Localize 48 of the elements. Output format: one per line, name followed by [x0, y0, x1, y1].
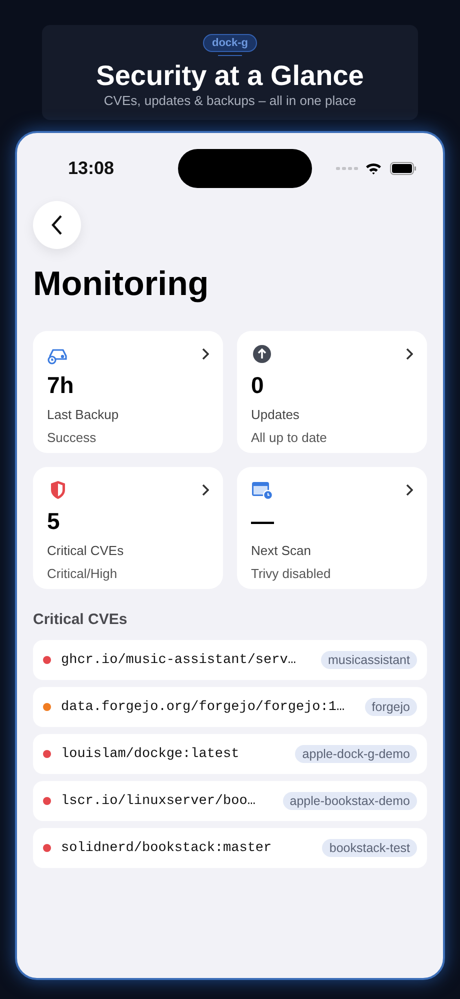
- stat-card[interactable]: 7h Last Backup Success: [33, 331, 223, 453]
- chevron-icon: [406, 348, 413, 360]
- image-name: lscr.io/linuxserver/boo…: [61, 794, 256, 808]
- back-button[interactable]: [33, 201, 81, 249]
- battery-icon: [390, 162, 417, 174]
- stat-value: 5: [47, 508, 61, 535]
- stat-card[interactable]: 0 Updates All up to date: [237, 331, 427, 453]
- stack-tag: apple-dock-g-demo: [295, 745, 417, 763]
- calendar-clock-icon: [251, 479, 273, 501]
- stat-detail: Trivy disabled: [251, 566, 332, 581]
- stat-label: Next Scan: [251, 543, 312, 558]
- cve-row[interactable]: solidnerd/bookstack:master bookstack-test: [33, 828, 427, 868]
- stat-value: —: [251, 508, 275, 535]
- chevron-icon: [202, 484, 209, 496]
- back-icon: [51, 215, 63, 235]
- stack-tag: forgejo: [364, 698, 417, 716]
- cve-row[interactable]: louislam/dockge:latest apple-dock-g-demo: [33, 734, 427, 774]
- cve-row[interactable]: lscr.io/linuxserver/boo… apple-bookstax-demo: [33, 781, 427, 821]
- stack-tag: apple-bookstax-demo: [282, 792, 417, 810]
- upload-icon: [251, 343, 273, 365]
- stat-value: 0: [251, 372, 265, 399]
- image-name: solidnerd/bookstack:master: [61, 840, 273, 856]
- section-title: Critical CVEs: [33, 611, 128, 628]
- stat-label: Last Backup: [47, 407, 120, 422]
- chevron-icon: [202, 348, 209, 360]
- banner-subtitle: CVEs, updates & backups – all in one place: [104, 93, 356, 108]
- stat-label: Updates: [251, 407, 300, 422]
- stat-value: 7h: [47, 372, 75, 399]
- image-name: ghcr.io/music-assistant/serv…: [61, 652, 297, 668]
- stack-tag: bookstack-test: [322, 839, 417, 857]
- stat-detail: Critical/High: [47, 566, 118, 581]
- app-badge: dock-g: [202, 34, 258, 52]
- wifi-icon: [365, 162, 382, 174]
- image-name: louislam/dockge:latest: [61, 746, 240, 762]
- cve-row[interactable]: ghcr.io/music-assistant/serv… musicassistant: [33, 640, 427, 680]
- stat-detail: Success: [47, 430, 98, 445]
- stat-label: Critical CVEs: [47, 543, 125, 558]
- image-name: data.forgejo.org/forgejo/forgejo:1…: [61, 700, 346, 714]
- stat-detail: All up to date: [251, 430, 328, 445]
- banner-title: Security at a Glance: [96, 60, 364, 92]
- stat-card[interactable]: — Next Scan Trivy disabled: [237, 467, 427, 589]
- stat-card[interactable]: 5 Critical CVEs Critical/High: [33, 467, 223, 589]
- page-title: Monitoring: [33, 265, 210, 304]
- cve-row[interactable]: data.forgejo.org/forgejo/forgejo:1… forgejo: [33, 687, 427, 727]
- stack-tag: musicassistant: [321, 651, 417, 669]
- signal-icon: [336, 166, 358, 170]
- chevron-icon: [406, 484, 413, 496]
- status-time: 13:08: [67, 158, 116, 178]
